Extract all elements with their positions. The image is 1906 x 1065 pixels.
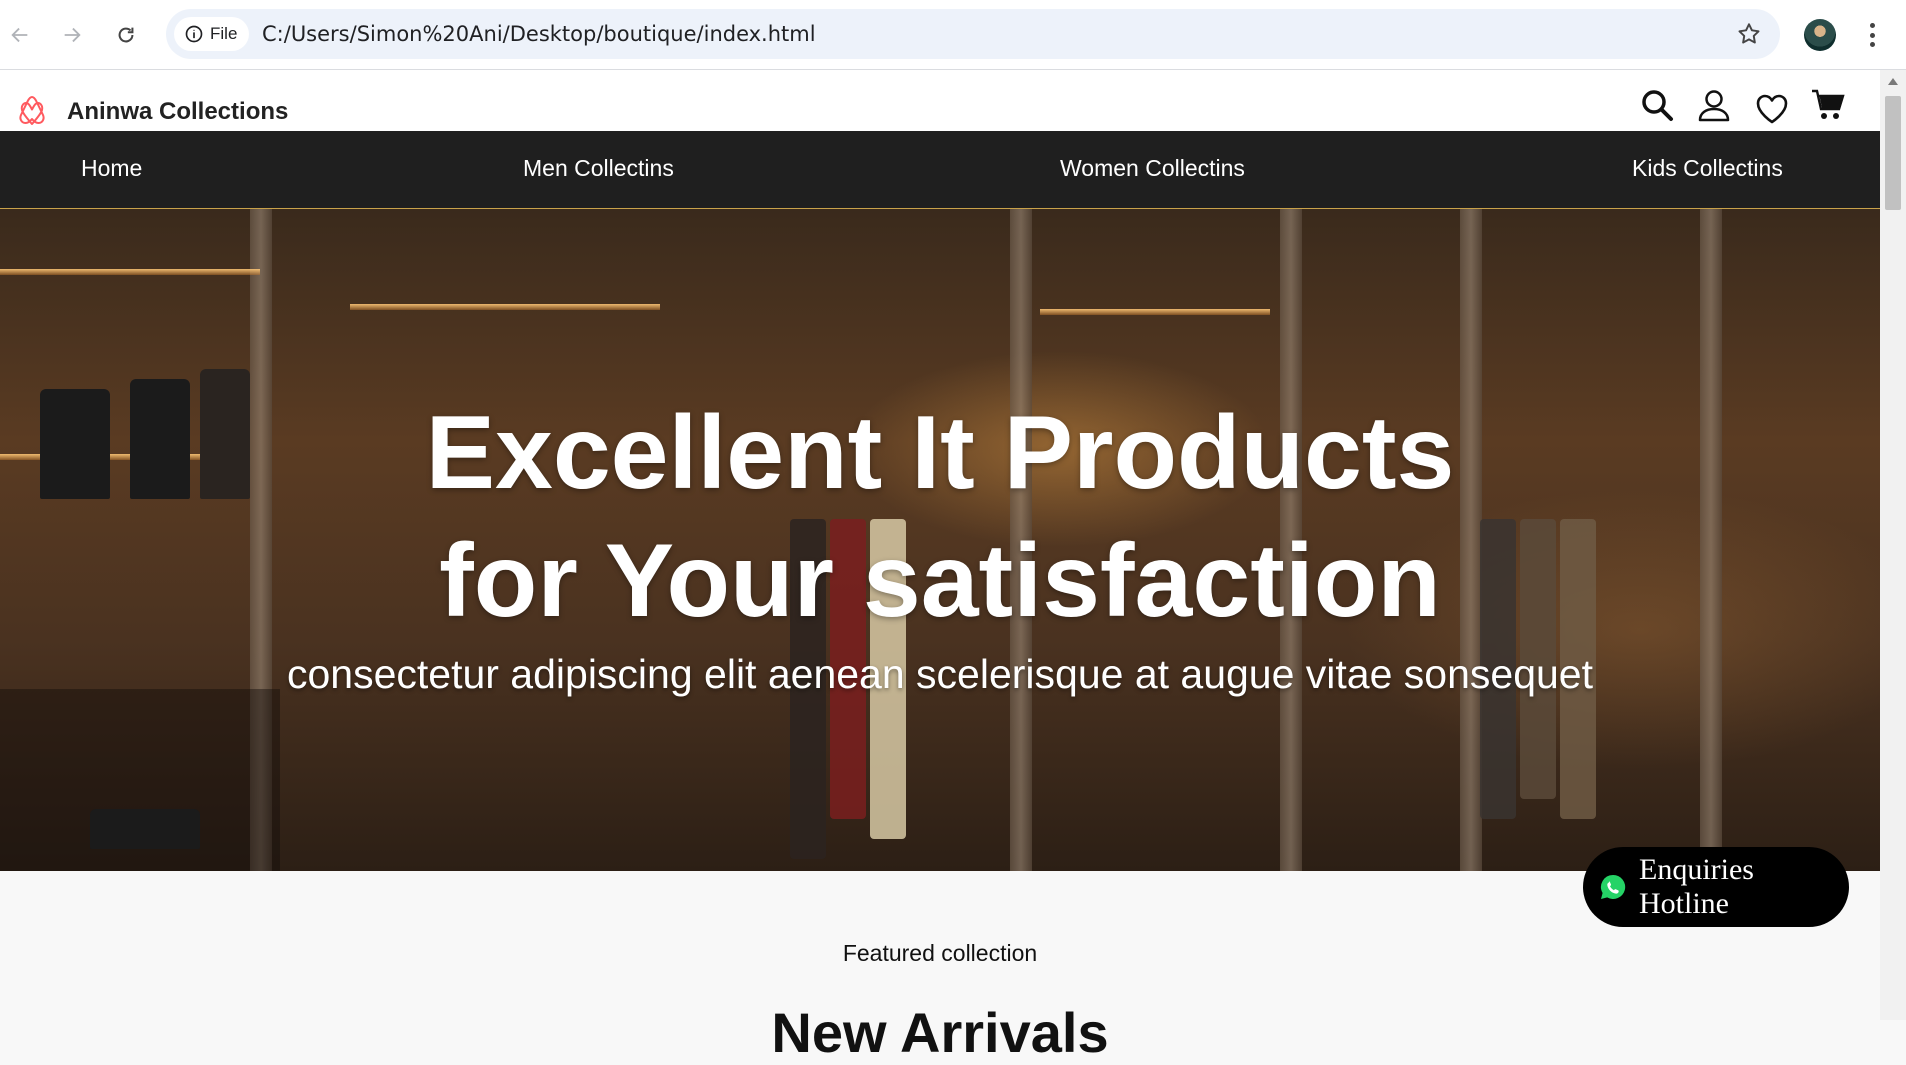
scroll-thumb[interactable] bbox=[1885, 96, 1901, 210]
enquiries-hotline-button[interactable]: Enquiries Hotline bbox=[1583, 847, 1849, 927]
arrow-left-icon bbox=[11, 27, 28, 43]
airbnb-logo-icon[interactable] bbox=[16, 94, 48, 128]
main-navigation: Home Men Collectins Women Collectins Kid… bbox=[0, 131, 1880, 209]
address-bar[interactable]: File C:/Users/Simon%20Ani/Desktop/boutiq… bbox=[166, 9, 1780, 59]
user-icon[interactable] bbox=[1697, 88, 1731, 122]
hero-bg-shelf bbox=[350, 304, 660, 310]
reload-button[interactable] bbox=[108, 17, 144, 53]
nav-link-women[interactable]: Women Collectins bbox=[1060, 155, 1245, 182]
reload-icon bbox=[118, 27, 134, 43]
whatsapp-icon bbox=[1600, 874, 1626, 899]
hero-title-line-1: Excellent It Products bbox=[425, 395, 1455, 511]
hero-banner: Excellent It Products for Your satisfact… bbox=[0, 209, 1880, 871]
hero-title-line-2: for Your satisfaction bbox=[439, 523, 1441, 639]
search-icon[interactable] bbox=[1640, 88, 1674, 122]
browser-toolbar: File C:/Users/Simon%20Ani/Desktop/boutiq… bbox=[0, 0, 1906, 70]
heart-icon[interactable] bbox=[1755, 92, 1789, 126]
site-header: Aninwa Collections bbox=[0, 70, 1880, 131]
hero-bg-shelf bbox=[1040, 309, 1270, 315]
hotline-label: Enquiries Hotline bbox=[1639, 853, 1754, 920]
nav-link-home[interactable]: Home bbox=[81, 155, 142, 182]
hero-bg-shelf bbox=[0, 269, 260, 275]
site-info-chip[interactable]: File bbox=[174, 17, 250, 51]
nav-link-kids[interactable]: Kids Collectins bbox=[1632, 155, 1783, 182]
cart-icon[interactable] bbox=[1811, 88, 1845, 122]
back-button[interactable] bbox=[2, 17, 38, 53]
brand-name[interactable]: Aninwa Collections bbox=[67, 98, 288, 126]
featured-collection-label: Featured collection bbox=[842, 940, 1038, 966]
site-info-label: File bbox=[210, 24, 238, 43]
forward-button[interactable] bbox=[54, 17, 90, 53]
info-icon bbox=[185, 25, 203, 43]
hero-subtitle: consectetur adipiscing elit aenean scele… bbox=[286, 651, 1594, 697]
url-text[interactable]: C:/Users/Simon%20Ani/Desktop/boutique/in… bbox=[262, 22, 816, 46]
scroll-up-arrow-icon[interactable] bbox=[1888, 78, 1898, 85]
nav-link-men[interactable]: Men Collectins bbox=[523, 155, 674, 182]
bookmark-star-icon[interactable] bbox=[1736, 21, 1762, 47]
arrow-right-icon bbox=[64, 27, 81, 43]
new-arrivals-heading: New Arrivals bbox=[771, 1001, 1109, 1064]
browser-menu-icon[interactable] bbox=[1862, 20, 1882, 50]
hero-bg-bag bbox=[90, 809, 200, 849]
profile-avatar[interactable] bbox=[1804, 19, 1836, 51]
page-scrollbar[interactable] bbox=[1880, 70, 1906, 1020]
